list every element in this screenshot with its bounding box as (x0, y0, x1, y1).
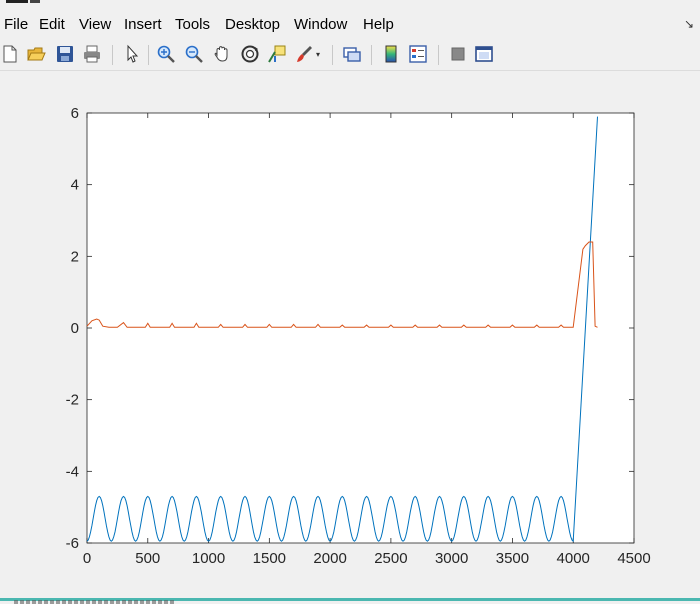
figure-toolbar: ▾ (0, 38, 700, 71)
bottom-fragment (14, 600, 174, 604)
menu-file[interactable]: File (4, 16, 28, 34)
pan-hand-icon[interactable] (212, 44, 232, 64)
x-tick-label: 500 (135, 550, 160, 567)
hide-plot-tools-icon[interactable] (448, 44, 468, 64)
dock-arrow-icon[interactable]: ↘ (684, 17, 694, 31)
menu-window[interactable]: Window (294, 16, 347, 34)
x-tick-label: 3000 (435, 550, 468, 567)
x-tick-label: 4000 (557, 550, 590, 567)
y-tick-label: 2 (71, 248, 79, 265)
line-chart[interactable]: 0 500 1000 1500 2000 2500 3000 3500 4000 4500 6 4 2… (0, 71, 700, 596)
pointer-icon[interactable] (122, 44, 142, 64)
brush-icon[interactable] (294, 44, 314, 64)
y-tick-label: -4 (66, 463, 79, 480)
legend-icon[interactable] (408, 44, 428, 64)
x-tick-label: 3500 (496, 550, 529, 567)
dropdown-arrow-icon[interactable]: ▾ (316, 50, 320, 59)
y-tick-label: 6 (71, 105, 79, 122)
data-cursor-icon[interactable] (267, 44, 287, 64)
print-icon[interactable] (82, 44, 102, 64)
menu-bar: File Edit View Insert Tools Desktop Wind… (0, 13, 700, 35)
y-tick-label: -6 (66, 535, 79, 552)
menu-insert[interactable]: Insert (124, 16, 162, 34)
toolbar-separator (112, 45, 113, 65)
menu-tools[interactable]: Tools (175, 16, 210, 34)
x-tick-label: 2500 (374, 550, 407, 567)
y-tick-label: 0 (71, 320, 79, 337)
open-folder-icon[interactable] (26, 44, 46, 64)
zoom-in-icon[interactable] (156, 44, 176, 64)
figure-area: 0 500 1000 1500 2000 2500 3000 3500 4000 4500 6 4 2… (0, 71, 700, 596)
new-file-icon[interactable] (0, 44, 20, 64)
x-tick-label: 1500 (253, 550, 286, 567)
link-plot-icon[interactable] (342, 44, 362, 64)
title-fragment (30, 0, 40, 3)
toolbar-separator (148, 45, 149, 65)
x-tick-label: 0 (83, 550, 91, 567)
y-tick-label: -2 (66, 392, 79, 409)
menu-edit[interactable]: Edit (39, 16, 65, 34)
menu-desktop[interactable]: Desktop (225, 16, 280, 34)
toolbar-separator (438, 45, 439, 65)
show-plot-tools-icon[interactable] (474, 44, 494, 64)
zoom-out-icon[interactable] (184, 44, 204, 64)
colorbar-icon[interactable] (381, 44, 401, 64)
menu-view[interactable]: View (79, 16, 111, 34)
toolbar-separator (332, 45, 333, 65)
axes-background (86, 112, 635, 544)
toolbar-separator (371, 45, 372, 65)
title-fragment (6, 0, 28, 3)
window-title-strip (0, 0, 700, 12)
x-tick-label: 4500 (617, 550, 650, 567)
x-tick-label: 2000 (313, 550, 346, 567)
x-tick-label: 1000 (192, 550, 225, 567)
save-icon[interactable] (55, 44, 75, 64)
rotate-3d-icon[interactable] (240, 44, 260, 64)
menu-help[interactable]: Help (363, 16, 394, 34)
y-tick-label: 4 (71, 177, 79, 194)
